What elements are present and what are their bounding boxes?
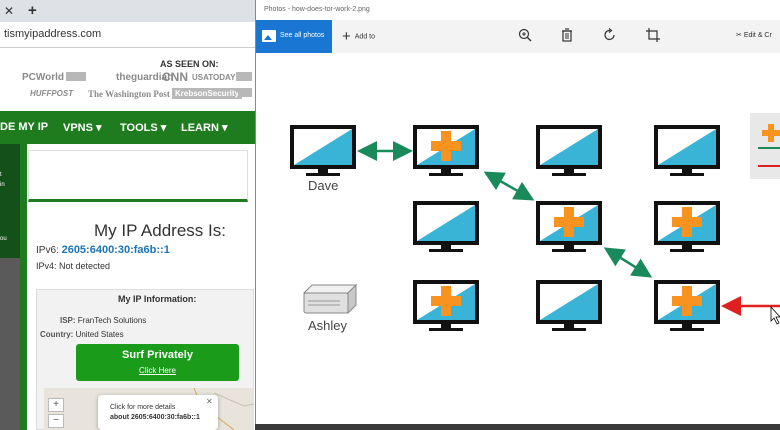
sidebar-text-2: in	[0, 182, 5, 188]
logo-cnn: CNN	[162, 70, 188, 84]
computer-dave	[290, 125, 356, 176]
content-box	[28, 150, 248, 202]
add-to-button[interactable]: + Add to	[342, 28, 375, 45]
crop-icon[interactable]	[645, 27, 661, 43]
popup-line-2[interactable]: about 2605:6400:30:fa6b::1	[110, 414, 200, 421]
map-popup: Click for more details about 2605:6400:3…	[98, 395, 218, 430]
tab-close-icon[interactable]: ✕	[4, 4, 14, 18]
arrow-node2-to-node5	[603, 247, 653, 278]
edit-create-label: Edit & Cr	[743, 32, 772, 39]
nav-hide-my-ip[interactable]: DE MY IP	[0, 121, 48, 133]
map-popup-text: Click for more details about 2605:6400:3…	[110, 403, 200, 423]
sidebar-text-3: ou	[0, 236, 7, 242]
isp-value: FranTech Solutions	[77, 316, 147, 325]
computer-8	[536, 280, 602, 331]
background-photo-strip	[255, 424, 780, 430]
rotate-icon[interactable]	[602, 27, 618, 43]
arrow-node1-to-node2	[483, 171, 535, 201]
photos-window: Photos - how-does-tor-work-2.png See all…	[255, 0, 780, 430]
zoom-icon[interactable]	[517, 27, 533, 43]
main-nav: DE MY IP VPNS ▾ TOOLS ▾ LEARN ▾	[0, 111, 262, 144]
logo-placeholder-2	[236, 72, 252, 81]
logo-placeholder-1	[66, 72, 86, 81]
ipv6-label: IPv6:	[36, 245, 59, 256]
nav-vpns[interactable]: VPNS ▾	[63, 121, 102, 134]
image-icon	[262, 30, 276, 42]
edit-create-button[interactable]: ✂ Edit & Cr	[736, 31, 772, 39]
tor-node-5	[654, 280, 720, 331]
ip-info-title: My IP Information:	[118, 294, 197, 304]
computer-5	[413, 201, 479, 252]
popup-close-icon[interactable]: ✕	[206, 397, 213, 406]
photos-title-bar[interactable]: Photos - how-does-tor-work-2.png	[256, 0, 780, 20]
map-zoom-in-button[interactable]: +	[48, 398, 64, 412]
image-canvas[interactable]: Dave Ashley	[256, 53, 780, 430]
new-tab-button[interactable]: +	[28, 2, 37, 19]
logo-usatoday: USATODAY	[192, 73, 236, 82]
edit-icon: ✂	[736, 32, 744, 39]
sidebar-text-1: t	[0, 172, 2, 178]
plus-icon: +	[342, 28, 351, 45]
ipv4-value: Not detected	[59, 261, 111, 271]
isp-row: ISP: FranTech Solutions	[60, 316, 146, 325]
browser-window: ✕ + tismyipaddress.com AS SEEN ON: PCWor…	[0, 0, 262, 430]
mouse-cursor-icon	[770, 305, 780, 325]
logo-pcworld: PCWorld	[22, 72, 65, 83]
label-dave: Dave	[308, 178, 339, 193]
map-zoom-out-button[interactable]: −	[48, 414, 64, 428]
see-all-photos-label: See all photos	[280, 32, 325, 39]
ipv4-row: IPv4: Not detected	[36, 261, 110, 271]
ipv4-label: IPv4:	[36, 261, 57, 271]
ipv6-row: IPv6: 2605:6400:30:fa6b::1	[36, 244, 170, 256]
country-label: Country:	[40, 330, 74, 339]
tab-strip: ✕ +	[0, 0, 262, 22]
nav-learn[interactable]: LEARN ▾	[181, 121, 227, 134]
country-row: Country: United States	[40, 330, 124, 339]
logo-krebs: KrebsonSecurity	[172, 88, 243, 99]
computer-3	[536, 125, 602, 176]
tor-node-4	[413, 280, 479, 331]
label-ashley: Ashley	[308, 318, 348, 333]
isp-label: ISP:	[60, 316, 76, 325]
legend-box	[750, 113, 780, 179]
surf-privately-button[interactable]: Surf Privately Click Here	[76, 344, 239, 381]
logo-placeholder-3	[238, 88, 252, 97]
surf-privately-label: Surf Privately	[122, 349, 193, 361]
url-text[interactable]: tismyipaddress.com	[4, 28, 101, 40]
logo-washington-post: The Washington Post	[88, 89, 170, 99]
computer-4	[654, 125, 720, 176]
ipv6-value[interactable]: 2605:6400:30:fa6b::1	[62, 244, 170, 256]
country-value: United States	[75, 330, 124, 339]
click-here-link[interactable]: Click Here	[76, 366, 239, 375]
nav-tools[interactable]: TOOLS ▾	[120, 121, 166, 134]
as-seen-on-heading: AS SEEN ON:	[160, 59, 219, 69]
delete-icon[interactable]	[559, 27, 575, 43]
tor-node-2	[536, 201, 602, 252]
photos-toolbar: See all photos + Add to ✂ Edit & Cr	[256, 20, 780, 53]
tor-diagram	[290, 113, 780, 331]
server-ashley	[302, 283, 358, 315]
photos-window-title: Photos - how-does-tor-work-2.png	[264, 6, 370, 13]
logo-huffpost: HUFFPOST	[30, 89, 74, 98]
add-to-label: Add to	[354, 33, 376, 41]
address-bar[interactable]: tismyipaddress.com	[0, 22, 262, 48]
tor-node-1	[413, 125, 479, 176]
see-all-photos-button[interactable]: See all photos	[256, 20, 332, 53]
green-divider	[20, 144, 27, 430]
tor-node-3	[654, 201, 720, 252]
ip-heading: My IP Address Is:	[94, 221, 226, 240]
popup-line-1: Click for more details	[110, 404, 176, 411]
